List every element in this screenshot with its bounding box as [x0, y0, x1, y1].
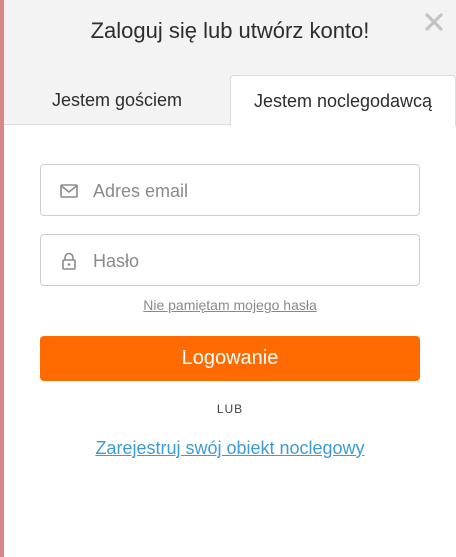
lock-icon [59, 251, 79, 271]
login-button[interactable]: Logowanie [40, 336, 420, 381]
email-field[interactable] [40, 164, 420, 217]
forgot-password-link[interactable]: Nie pamiętam mojego hasła [4, 297, 456, 313]
modal-header: Zaloguj się lub utwórz konto! [4, 0, 456, 75]
tab-host[interactable]: Jestem noclegodawcą [230, 75, 456, 126]
modal-title: Zaloguj się lub utwórz konto! [90, 18, 370, 43]
login-modal: Zaloguj się lub utwórz konto! Jestem goś… [4, 0, 456, 557]
register-property-link[interactable]: Zarejestruj swój obiekt noclegowy [4, 438, 456, 459]
or-divider: LUB [216, 402, 244, 416]
envelope-icon [59, 181, 79, 201]
account-type-tabs: Jestem gościem Jestem noclegodawcą [4, 75, 456, 126]
email-input[interactable] [91, 165, 415, 217]
password-input[interactable] [91, 235, 415, 287]
tab-guest[interactable]: Jestem gościem [4, 75, 230, 125]
close-icon[interactable] [422, 10, 446, 34]
password-field[interactable] [40, 234, 420, 287]
